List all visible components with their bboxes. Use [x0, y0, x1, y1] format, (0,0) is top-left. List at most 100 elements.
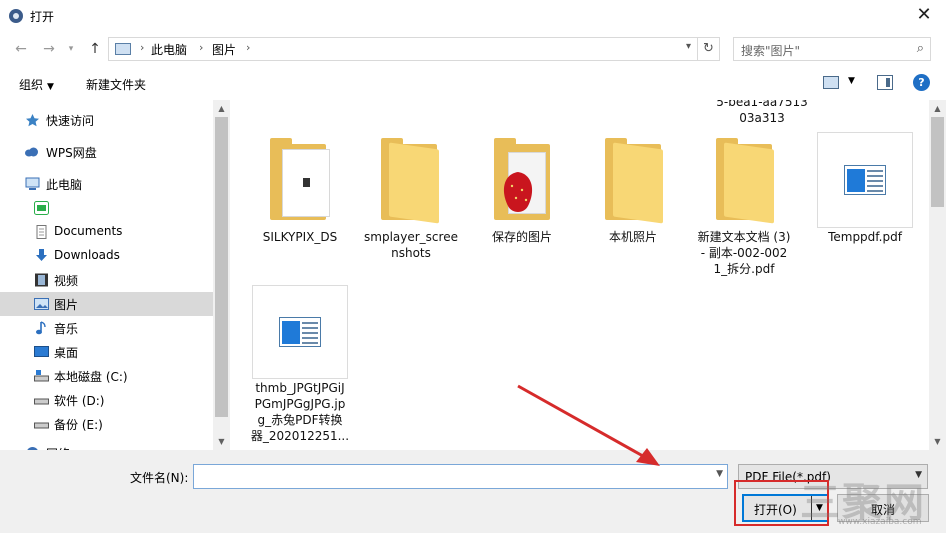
sidebar-item-desktop[interactable]: 桌面 [0, 340, 213, 364]
sidebar-item-this-pc[interactable]: 此电脑 [0, 172, 213, 196]
file-name-line: 03a313 [739, 111, 785, 125]
scroll-thumb[interactable] [215, 117, 228, 417]
sidebar-item-documents[interactable]: Documents [0, 220, 213, 244]
file-list: 5-bea1-aa7513 03a313 SILKYPIX_DS smplaye… [230, 100, 929, 450]
sidebar-item-quick-access[interactable]: 快速访问 [0, 108, 213, 132]
breadcrumb-pictures[interactable]: 图片 [212, 41, 236, 58]
file-name-line: g_赤兔PDF转换 [257, 413, 343, 427]
view-mode-icon[interactable] [823, 76, 839, 89]
pdf-file-item[interactable]: thmb_JPGtJPGiJ PGmJPGgJPG.jp g_赤兔PDF转换 器… [246, 285, 354, 450]
strawberry-photo-icon [503, 172, 533, 212]
file-name: 新建文本文档 (3) - 副本-002-002 1_拆分.pdf [690, 229, 798, 277]
pdf-document-icon [279, 317, 321, 347]
sidebar-item-wechat-files[interactable] [0, 196, 213, 220]
file-name-line: nshots [391, 246, 431, 260]
sidebar-item-label: WPS网盘 [46, 146, 97, 160]
file-name-line: PGmJPGgJPG.jp [254, 397, 346, 411]
chevron-down-icon[interactable]: ▼ [848, 76, 855, 86]
file-name: 本机照片 [579, 229, 687, 245]
drive-icon [34, 398, 49, 405]
sidebar-item-wps-cloud[interactable]: WPS网盘 [0, 140, 213, 164]
cloud-icon [25, 147, 38, 157]
folder-item[interactable]: SILKYPIX_DS [246, 132, 354, 252]
content-scrollbar[interactable]: ▲ ▼ [929, 100, 946, 450]
sidebar-item-network[interactable]: 网络 [0, 441, 213, 450]
sidebar-item-label: Documents [54, 224, 123, 238]
watermark-url: www.xiazaiba.com [838, 517, 922, 527]
up-arrow-icon[interactable]: ↑ [86, 40, 104, 58]
document-icon [36, 225, 47, 239]
file-name: thmb_JPGtJPGiJ PGmJPGgJPG.jp g_赤兔PDF转换 器… [246, 380, 354, 444]
help-icon[interactable]: ? [913, 74, 930, 91]
address-bar[interactable]: › 此电脑 › 图片 › ▾ [108, 37, 698, 61]
sidebar-item-music[interactable]: 音乐 [0, 316, 213, 340]
sidebar-item-label: 桌面 [54, 346, 79, 360]
breadcrumb-chevron-icon[interactable]: › [246, 41, 250, 54]
organize-menu[interactable]: 组织 ▼ [19, 76, 54, 93]
sidebar-item-label: 音乐 [54, 322, 79, 336]
filename-label: 文件名(N): [130, 471, 189, 485]
sidebar-item-label: 视频 [54, 274, 79, 288]
file-name-line: Temppdf.pdf [828, 230, 902, 244]
sidebar-item-label: Downloads [54, 248, 120, 262]
new-folder-button[interactable]: 新建文件夹 [86, 76, 146, 93]
chevron-down-icon[interactable]: ▼ [716, 469, 723, 479]
sidebar-item-label: 此电脑 [46, 178, 83, 192]
file-name-line: 新建文本文档 (3) [697, 230, 791, 244]
back-arrow-icon[interactable]: ← [12, 40, 30, 58]
system-drive-icon [34, 370, 49, 382]
desktop-icon [34, 346, 49, 357]
command-toolbar: 组织 ▼ 新建文件夹 ▼ ? [0, 66, 946, 100]
sidebar-item-videos[interactable]: 视频 [0, 268, 213, 292]
folder-item[interactable]: smplayer_scree nshots [357, 132, 465, 272]
file-name-line: 1_拆分.pdf [713, 262, 775, 276]
picture-folder-icon [115, 43, 131, 55]
sidebar-item-label: 图片 [54, 298, 79, 312]
file-name-line: - 副本-002-002 [700, 246, 788, 260]
preview-pane-icon[interactable] [877, 75, 893, 90]
search-icon[interactable]: ⌕ [917, 41, 924, 56]
sidebar-item-drive-e[interactable]: 备份 (E:) [0, 412, 213, 436]
folder-item[interactable]: 本机照片 [579, 132, 687, 252]
scroll-down-icon[interactable]: ▼ [929, 433, 946, 450]
file-name-line: 5-bea1-aa7513 [716, 100, 808, 109]
file-name-line: thmb_JPGtJPGiJ [255, 381, 345, 395]
file-name-partial: 5-bea1-aa7513 03a313 [708, 100, 816, 126]
forward-arrow-icon[interactable]: → [40, 40, 58, 58]
folder-item[interactable]: 保存的图片 [468, 132, 576, 252]
scroll-up-icon[interactable]: ▲ [929, 100, 946, 117]
file-name-line: SILKYPIX_DS [262, 230, 338, 244]
video-icon [35, 273, 48, 287]
close-icon[interactable]: ✕ [912, 4, 936, 28]
sidebar-item-drive-c[interactable]: 本地磁盘 (C:) [0, 364, 213, 388]
search-input[interactable]: 搜索"图片" ⌕ [733, 37, 931, 61]
sidebar-item-pictures[interactable]: 图片 [0, 292, 213, 316]
drive-icon [34, 422, 49, 429]
search-placeholder: 搜索"图片" [741, 44, 801, 58]
breadcrumb-chevron-icon[interactable]: › [199, 41, 203, 54]
sidebar-item-downloads[interactable]: Downloads [0, 244, 213, 268]
chevron-down-icon[interactable]: ▾ [686, 41, 691, 52]
file-name: 保存的图片 [468, 229, 576, 245]
refresh-icon[interactable]: ↻ [698, 37, 720, 61]
scroll-thumb[interactable] [931, 117, 944, 207]
scroll-down-icon[interactable]: ▼ [213, 433, 230, 450]
organize-label: 组织 [19, 78, 44, 92]
breadcrumb-this-pc[interactable]: 此电脑 [151, 41, 187, 58]
sidebar-item-label: 本地磁盘 (C:) [54, 370, 128, 384]
star-pin-icon [26, 114, 39, 127]
folder-item[interactable]: 新建文本文档 (3) - 副本-002-002 1_拆分.pdf [690, 132, 798, 282]
breadcrumb-chevron-icon[interactable]: › [140, 41, 144, 54]
sidebar-item-label: 快速访问 [46, 114, 95, 128]
filename-input[interactable]: ▼ [193, 464, 728, 489]
chevron-down-icon: ▼ [47, 82, 54, 92]
sidebar-item-drive-d[interactable]: 软件 (D:) [0, 388, 213, 412]
sidebar-item-label: 备份 (E:) [54, 418, 103, 432]
nav-scrollbar[interactable]: ▲ ▼ [213, 100, 230, 450]
file-name: smplayer_scree nshots [357, 229, 465, 261]
recent-chevron-down-icon[interactable]: ▾ [62, 40, 80, 58]
pdf-file-item[interactable]: Temppdf.pdf [811, 132, 919, 252]
address-row: ← → ▾ ↑ › 此电脑 › 图片 › ▾ ↻ 搜索"图片" ⌕ [0, 32, 946, 66]
pdf-thumbnail [817, 132, 913, 228]
scroll-up-icon[interactable]: ▲ [213, 100, 230, 117]
